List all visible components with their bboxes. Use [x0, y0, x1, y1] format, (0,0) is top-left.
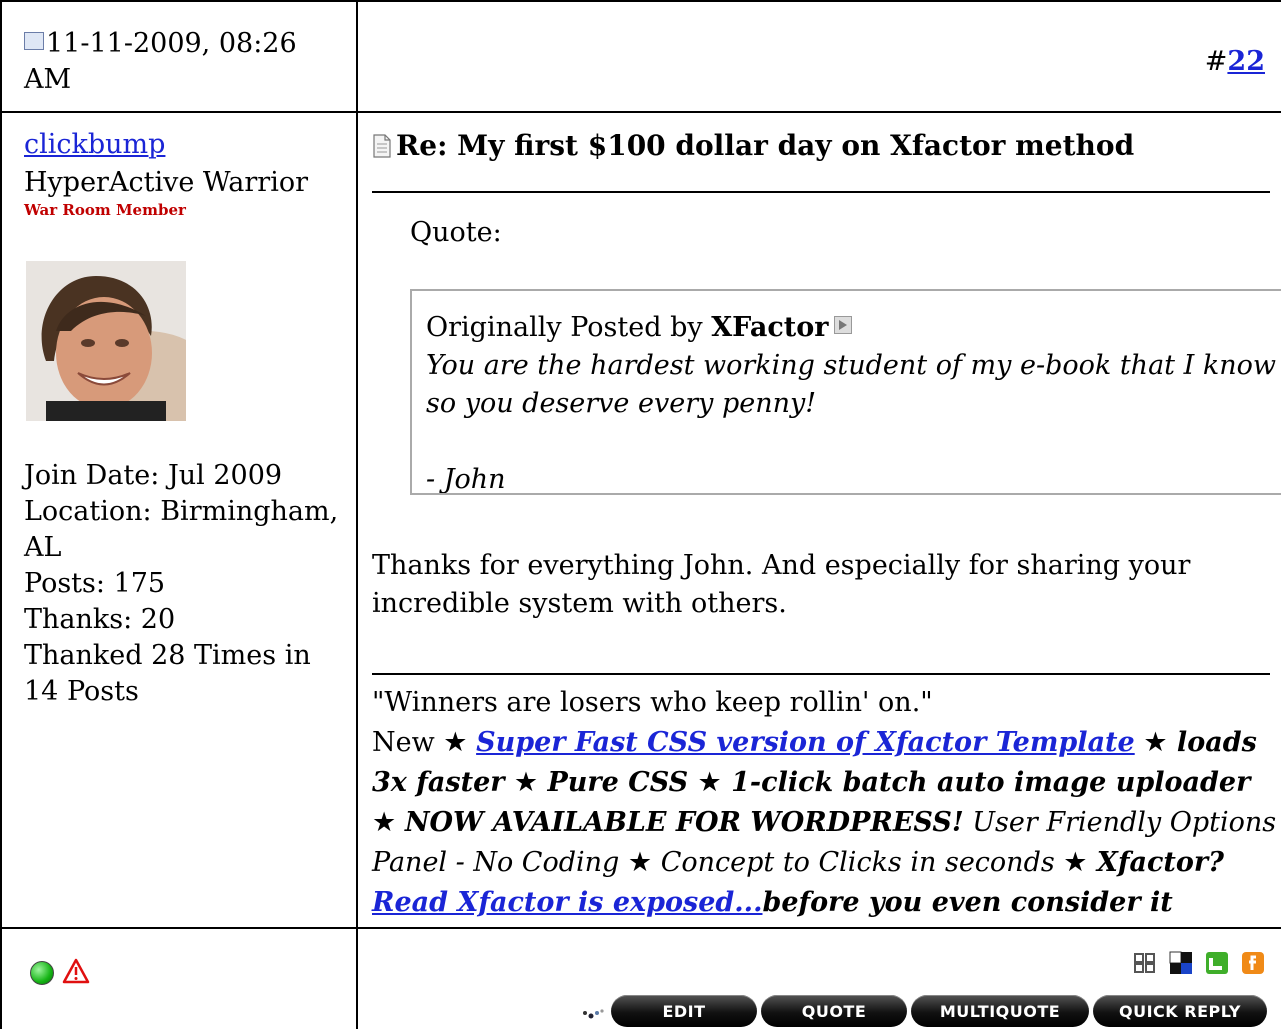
- post-title: Re: My first $100 dollar day on Xfactor …: [372, 129, 1134, 162]
- message-area: Re: My first $100 dollar day on Xfactor …: [358, 111, 1281, 929]
- quote-text-line1: You are the hardest working student of m…: [426, 350, 1281, 381]
- star-icon: ★: [1143, 727, 1168, 758]
- edit-button[interactable]: EDIT: [611, 995, 757, 1027]
- quote-text-line2: so you deserve every penny!: [426, 388, 817, 419]
- star-icon: ★: [627, 847, 653, 878]
- user-stats: Join Date: Jul 2009 Location: Birmingham…: [24, 458, 344, 710]
- signature-promo: New ★ Super Fast CSS version of Xfactor …: [372, 723, 1281, 923]
- digg-icon[interactable]: [1133, 951, 1157, 975]
- star-icon: ★: [372, 807, 397, 838]
- quote-button[interactable]: QUOTE: [761, 995, 907, 1027]
- post-footer-left: [0, 929, 358, 1029]
- post-number: #22: [1205, 46, 1265, 77]
- online-status-icon: [30, 961, 54, 985]
- sig-link-template[interactable]: Super Fast CSS version of Xfactor Templa…: [476, 727, 1135, 758]
- thanks-count: Thanks: 20: [24, 604, 176, 635]
- avatar[interactable]: [26, 261, 186, 421]
- quote-label: Quote:: [410, 217, 502, 248]
- sig-text-2: Pure CSS: [538, 767, 698, 798]
- post-title-text: Re: My first $100 dollar day on Xfactor …: [396, 129, 1135, 162]
- post-number-prefix: #: [1204, 46, 1228, 77]
- post-header-left: 11-11-2009, 08:26 AM: [0, 0, 358, 111]
- signature: "Winners are losers who keep rollin' on.…: [372, 683, 1281, 923]
- stumbleupon-icon[interactable]: [1205, 951, 1229, 975]
- quote-box: Originally Posted by XFactor You are the…: [410, 289, 1281, 495]
- star-icon: ★: [1063, 847, 1088, 878]
- quick-reply-button[interactable]: QUICK REPLY: [1093, 995, 1267, 1027]
- sig-text-7: Xfactor?: [1087, 847, 1224, 878]
- star-icon: ★: [443, 727, 468, 758]
- sig-text-3: 1-click batch auto image uploader: [721, 767, 1251, 798]
- social-bookmarks: [1133, 951, 1265, 975]
- join-date: Join Date: Jul 2009: [24, 460, 283, 491]
- location: Location: Birmingham, AL: [24, 496, 339, 563]
- avatar-photo: [26, 261, 186, 421]
- sig-new: New: [372, 727, 444, 758]
- forum-post: 11-11-2009, 08:26 AM #22 clickbump Hyper…: [0, 0, 1281, 1029]
- multiquote-button[interactable]: MULTIQUOTE: [911, 995, 1089, 1027]
- message-body: Thanks for everything John. And especial…: [372, 550, 1191, 619]
- thanked-count: Thanked 28 Times in 14 Posts: [24, 640, 311, 707]
- furl-icon[interactable]: [1241, 951, 1265, 975]
- signature-quote: "Winners are losers who keep rollin' on.…: [372, 687, 933, 718]
- post-date-icon: [24, 32, 44, 50]
- post-date-text: 11-11-2009, 08:26 AM: [24, 28, 297, 95]
- view-post-arrow-icon[interactable]: [834, 316, 853, 334]
- user-title: HyperActive Warrior: [24, 167, 309, 198]
- post-action-buttons: EDIT QUOTE MULTIQUOTE QUICK REPLY: [581, 995, 1267, 1027]
- report-post-icon[interactable]: [62, 957, 90, 985]
- star-icon: ★: [513, 767, 539, 798]
- post-number-link[interactable]: 22: [1227, 46, 1265, 77]
- username-link[interactable]: clickbump: [24, 129, 165, 160]
- divider: [372, 191, 1270, 193]
- delicious-icon[interactable]: [1169, 951, 1193, 975]
- user-rank: War Room Member: [24, 201, 186, 219]
- post-footer-right: EDIT QUOTE MULTIQUOTE QUICK REPLY: [358, 929, 1281, 1029]
- signature-divider: [372, 673, 1270, 675]
- quote-author: XFactor: [711, 312, 829, 343]
- quote-attribution: Originally Posted by XFactor: [426, 309, 1281, 347]
- sig-text-6: Concept to Clicks in seconds: [652, 847, 1064, 878]
- sig-text-8: before you even consider it: [762, 887, 1173, 918]
- sig-link-exposed[interactable]: Read Xfactor is exposed...: [372, 887, 762, 918]
- post-header-right: #22: [358, 0, 1281, 111]
- document-icon: [373, 133, 391, 158]
- star-icon: ★: [697, 767, 722, 798]
- post-date: 11-11-2009, 08:26 AM: [24, 26, 344, 98]
- quote-originally-text: Originally Posted by: [426, 312, 712, 343]
- quote-text-line3: - John: [426, 464, 506, 495]
- ip-dots-icon: [583, 1009, 604, 1019]
- user-info: clickbump HyperActive Warrior War Room M…: [0, 111, 358, 929]
- posts-count: Posts: 175: [24, 568, 166, 599]
- sig-text-4: NOW AVAILABLE FOR WORDPRESS!: [404, 807, 964, 838]
